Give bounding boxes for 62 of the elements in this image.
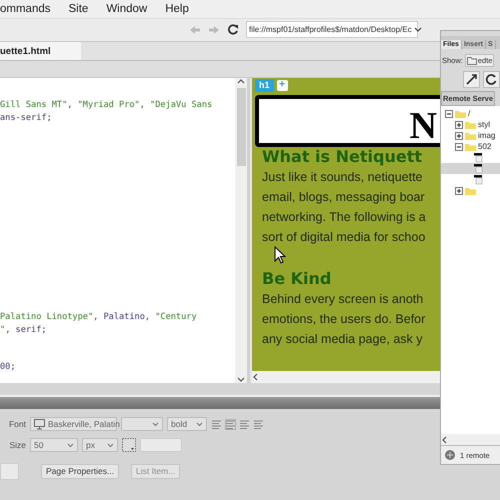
scroll-thumb[interactable] [236,88,246,166]
color-swatch-icon[interactable] [122,438,136,452]
expand-icon[interactable] [455,186,463,194]
section-heading: Be Kind [262,268,332,289]
monitor-icon [34,418,45,430]
weight-dropdown[interactable]: bold [167,417,207,432]
scrollbar[interactable] [235,78,247,383]
scroll-down-icon[interactable] [237,376,245,383]
horizontal-scrollbar[interactable] [441,434,500,445]
code-line: ans-serif; [0,112,53,125]
font-label: Font [8,419,26,430]
tree-item[interactable]: / [441,108,500,119]
horizontal-scrollbar[interactable] [252,370,440,383]
code-line: Gill Sans MT", "Myriad Pro", "DejaVu Sans [0,98,214,112]
code-line: 00; [0,360,17,374]
section-heading: What is Netiquett [262,146,422,167]
menu-item[interactable]: Help [156,2,198,15]
collapse-icon[interactable] [455,142,463,150]
menu-item[interactable]: Site [60,2,98,15]
menu-item[interactable]: Window [97,2,156,15]
tree-item[interactable]: styl [441,119,500,130]
mouse-pointer-icon [274,246,286,264]
paragraph: Behind every screen is anoth emotions, the users do. Befor any social media page, ask y [262,290,426,348]
caret-icon [414,27,422,32]
document-tab[interactable]: uette1.html [0,42,81,60]
folder-icon [465,186,476,194]
collapse-icon[interactable] [445,110,453,118]
text-field[interactable] [0,462,19,480]
font-dropdown[interactable]: Baskerville, Palatin [30,417,117,432]
expand-icon[interactable] [455,132,463,140]
file-icon [474,152,483,162]
caret-icon [107,442,114,448]
file-icon [474,164,483,174]
code-line: Palatino Linotype", Palatino, "Century [0,310,198,324]
scroll-left-icon[interactable] [252,372,259,381]
paragraph: Just like it sounds, netiquette email, blogs, messaging boar networking. The following is a sort of digital media for schoo [262,168,426,246]
unit-dropdown[interactable]: px [82,438,118,452]
color-field[interactable] [140,438,182,452]
folder-icon [455,110,466,118]
size-label: Size [8,440,26,450]
properties-button[interactable]: Page Properties... [41,464,120,479]
file-icon [474,174,483,184]
folder-icon [465,120,476,128]
menu-item[interactable]: ommands [0,2,60,15]
refresh-icon[interactable] [227,24,239,36]
connect-icon[interactable] [463,71,480,88]
caret-icon [152,422,159,427]
tree-item[interactable] [441,163,500,174]
tree-item[interactable]: imag [441,130,500,141]
header-letter: N [410,108,437,143]
size-dropdown[interactable]: 50 [30,438,78,452]
folder-icon [466,56,477,64]
caret-icon [196,422,203,427]
code-line: ", serif; [0,324,48,337]
scroll-left-icon[interactable] [441,436,448,444]
tree-item[interactable]: 502 [441,141,500,152]
refresh-icon[interactable] [483,71,500,88]
scroll-up-icon[interactable] [237,78,245,85]
expand-icon[interactable] [455,120,463,128]
caret-icon [67,442,74,448]
folder-icon [465,142,476,150]
folder-icon [465,132,476,140]
